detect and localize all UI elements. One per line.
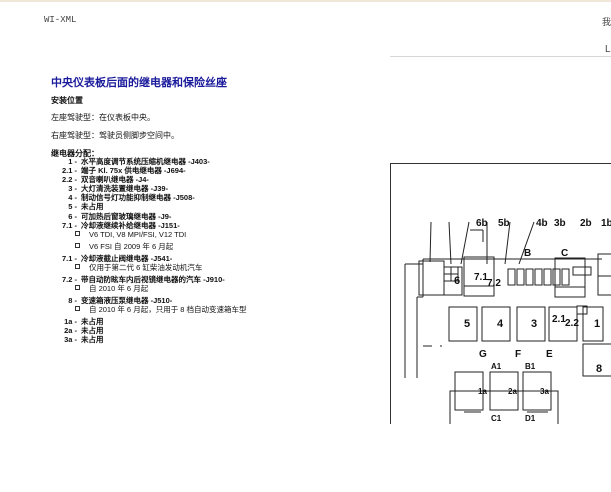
relay-item-text: 冷却液继续补给继电器 -J151- [81,220,180,230]
relay-item-number: 1 - [68,157,77,166]
callout-6b: 6b [476,218,488,229]
relay-item-text: 未占用 [81,317,104,327]
relay-item-number: 4 - [68,193,77,203]
bullet-square-icon [75,284,80,290]
relay-3: 3 [531,318,537,330]
callout-1b: 1b [601,218,611,229]
relay-2a: 2a [508,387,517,396]
relay-item-number: 1a - [64,317,77,327]
header-separator [390,56,611,57]
callout-4b: 4b [536,218,548,229]
relay-item-text: 未占用 [81,326,104,336]
relay-8: 8 [596,363,602,375]
relay-item: 1 - 水平高度调节系统压缩机继电器 -J403- [51,157,381,166]
relay-note-text: 自 2010 年 6 月起 [89,283,149,293]
relay-1: 1 [594,318,600,330]
relay-item-number: 2.2 - [61,175,77,185]
relay-item-text: 变速箱液压泵继电器 -J510- [81,295,173,305]
relay-note-text: V6 FSI 自 2009 年 6 月起 [89,241,174,251]
letter-C1: C1 [491,414,502,423]
relay-item-number: 5 - [68,202,77,212]
letter-D1: D1 [525,414,536,423]
top-bar [0,0,611,2]
relay-item-text: 端子 Kl. 75x 供电继电器 -J694- [81,166,186,176]
letter-G: G [479,349,487,360]
relay-note-text: 自 2010 年 6 月起，只用于 8 档自动变速箱车型 [89,305,247,315]
callout-5b: 5b [498,218,510,229]
relay-item: 7.1 - 冷却液继续补给继电器 -J151- [51,221,381,230]
relay-panel-svg: 6b 5b 4b 3b 2b 1b B C 6 7.1 7.2 5 4 3 2.… [404,218,611,435]
relay-item: 2.2 - 双音喇叭继电器 -J4- [51,175,381,184]
relay-item-number: 2a - [64,326,77,336]
relay-1a: 1a [478,387,487,396]
relay-item-text: 带自动防眩车内后视镜继电器的汽车 -J910- [81,274,225,284]
relay-item-text: 未占用 [81,202,104,212]
install-heading: 安装位置 [51,96,83,105]
relay-note: 仅用于第二代 6 缸柴油发动机汽车 [51,263,381,275]
relay-4: 4 [497,318,504,330]
letter-B: B [524,248,531,259]
relay-item-text: 双音喇叭继电器 -J4- [81,175,149,185]
relay-item: 2a - 未占用 [51,326,381,335]
callout-2b: 2b [580,218,592,229]
relay-item-text: 大灯清洗装置继电器 -J39- [81,184,169,194]
doc-header-right: 我 [602,17,611,27]
doc-header-right-2: L [605,44,611,55]
install-lhd-text: 左座驾驶型：在仪表板中央。 [51,113,155,122]
relay-item: 7.1 - 冷却液截止阀继电器 -J541- [51,254,381,263]
relay-note: V6 TDI, V8 MPI/FSI, V12 TDI [51,230,381,242]
relay-item-text: 未占用 [81,335,104,345]
relay-panel-diagram: 6b 5b 4b 3b 2b 1b B C 6 7.1 7.2 5 4 3 2.… [390,163,611,435]
relay-2-2: 2.2 [565,318,579,329]
letter-E: E [546,349,553,360]
relay-list: 1 - 水平高度调节系统压缩机继电器 -J403- 2.1 - 端子 Kl. 75x … [51,157,381,344]
relay-item-number: 3a - [64,335,77,345]
relay-3a: 3a [540,387,549,396]
relay-item: 3 - 大灯清洗装置继电器 -J39- [51,184,381,193]
bullet-square-icon [75,263,80,269]
bullet-square-icon [75,230,80,236]
relay-item: 8 - 变速箱液压泵继电器 -J510- [51,296,381,305]
relay-item-number: 7.1 - [61,220,77,230]
letter-B1: B1 [525,362,536,371]
bullet-square-icon [75,242,80,248]
page-title: 中央仪表板后面的继电器和保险丝座 [51,77,227,89]
bullet-square-icon [75,306,80,312]
relay-item-text: 水平高度调节系统压缩机继电器 -J403- [81,157,210,166]
doc-header-left: WI-XML [44,15,77,25]
relay-item: 7.2 - 带自动防眩车内后视镜继电器的汽车 -J910- [51,275,381,284]
relay-item-number: 8 - [68,295,77,305]
relay-item-number: 7.1 - [61,253,77,263]
relay-item-number: 7.2 - [61,274,77,284]
relay-item-number: 2.1 - [61,166,77,176]
relay-note: 自 2010 年 6 月起 [51,284,381,296]
letter-C: C [561,248,568,259]
relay-note: V6 FSI 自 2009 年 6 月起 [51,242,381,254]
relay-item: 6 - 可加热后窗玻璃继电器 -J9- [51,212,381,221]
relay-note-text: 仅用于第二代 6 缸柴油发动机汽车 [89,262,203,272]
relay-6: 6 [454,275,460,287]
relay-item: 1a - 未占用 [51,317,381,326]
relay-note-text: V6 TDI, V8 MPI/FSI, V12 TDI [89,229,187,239]
letter-F: F [515,349,521,360]
relay-5: 5 [464,318,470,330]
relay-note: 自 2010 年 6 月起，只用于 8 档自动变速箱车型 [51,305,381,317]
relay-item-text: 可加热后窗玻璃继电器 -J9- [81,211,172,221]
relay-7-2: 7.2 [487,278,501,289]
letter-A1: A1 [491,362,502,371]
callout-3b: 3b [554,218,566,229]
install-rhd-text: 右座驾驶型：驾驶员侧脚步空间中。 [51,131,179,140]
relay-item: 5 - 未占用 [51,202,381,211]
relay-item: 3a - 未占用 [51,335,381,344]
relay-item-number: 6 - [68,211,77,221]
relay-item-number: 3 - [68,184,77,194]
relay-item-text: 冷却液截止阀继电器 -J541- [81,253,173,263]
relay-item: 2.1 - 端子 Kl. 75x 供电继电器 -J694- [51,166,381,175]
